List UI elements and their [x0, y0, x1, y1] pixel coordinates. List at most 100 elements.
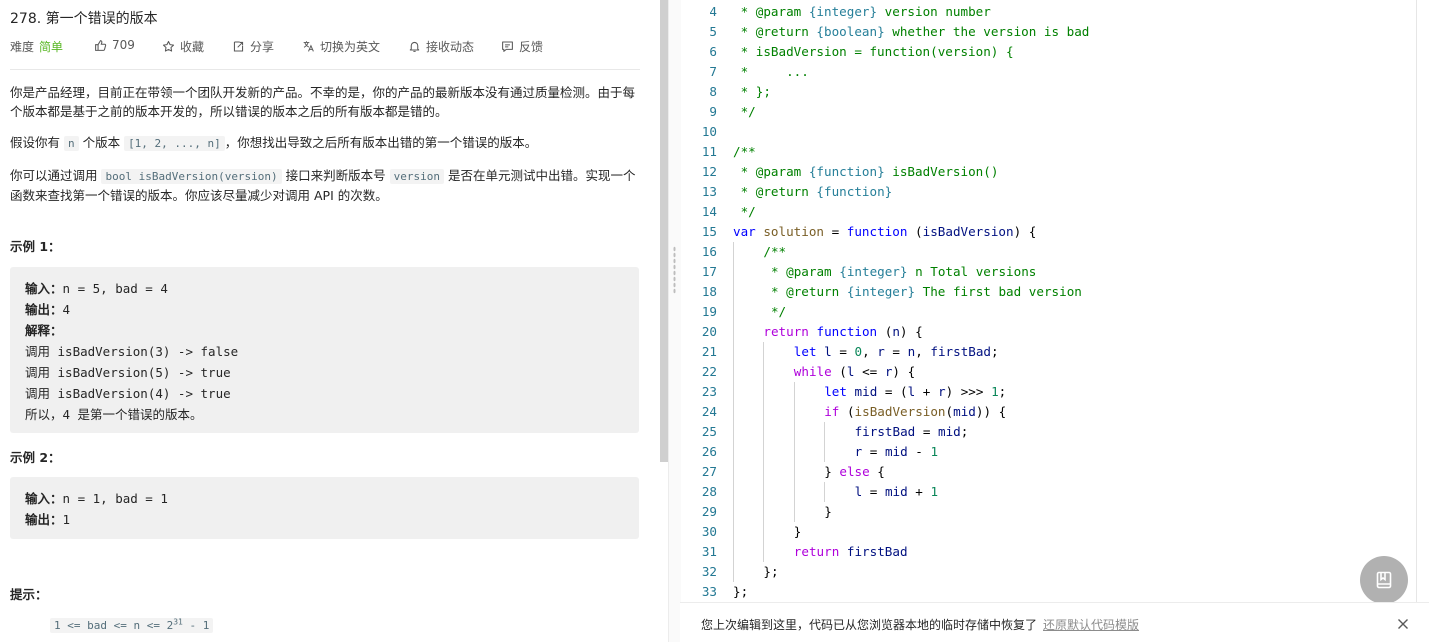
- indent-guide: [733, 482, 734, 502]
- input-label: 输入：: [25, 281, 63, 296]
- code-line[interactable]: 29}: [680, 502, 1416, 522]
- code-line[interactable]: 19 */: [680, 302, 1416, 322]
- code-text: return firstBad: [794, 542, 908, 562]
- code-line[interactable]: 27} else {: [680, 462, 1416, 482]
- line-number: 24: [701, 404, 717, 419]
- editor-scrollbar[interactable]: [1416, 0, 1417, 602]
- text-span: 接口来判断版本号: [281, 168, 390, 183]
- example-1-explain-line: 调用 isBadVersion(4) -> true: [25, 386, 231, 401]
- indent-guide: [733, 322, 734, 342]
- code-line[interactable]: 23 let mid = (l + r) >>> 1;: [680, 382, 1416, 402]
- code-token: function: [816, 324, 878, 339]
- code-line[interactable]: 33};: [680, 582, 1416, 602]
- code-text: let mid = (l + r) >>> 1;: [824, 382, 1006, 402]
- code-token: +: [907, 484, 931, 499]
- code-token: n: [892, 324, 900, 339]
- share-label: 分享: [250, 40, 275, 54]
- code-line[interactable]: 14 */: [680, 202, 1416, 222]
- notes-button[interactable]: [1360, 556, 1408, 604]
- example-2-input: 输入：n = 1, bad = 1: [25, 488, 168, 507]
- code-line[interactable]: 11 /**: [680, 142, 1416, 162]
- text-span: 你可以通过调用: [10, 168, 102, 183]
- code-text: * @return {boolean} whether the version …: [733, 22, 1090, 42]
- indent-guide: [733, 342, 734, 362]
- restore-default-link[interactable]: 还原默认代码模版: [1043, 616, 1139, 633]
- code-token: {integer}: [846, 284, 916, 299]
- indent-guide: [824, 422, 826, 442]
- code-line[interactable]: 24 if (isBadVersion(mid)) {: [680, 402, 1416, 422]
- code-line[interactable]: 30}: [680, 522, 1416, 542]
- code-line[interactable]: 17 * @param {integer} n Total versions: [680, 262, 1416, 282]
- share-button[interactable]: 分享: [232, 38, 274, 55]
- code-token: 1: [930, 444, 939, 459]
- code-token: ;: [991, 344, 999, 359]
- code-text: * @param {integer} version number: [733, 2, 991, 22]
- code-line[interactable]: 22 while (l <= r) {: [680, 362, 1416, 382]
- indent-guide: [793, 422, 795, 442]
- difficulty: 难度 简单: [10, 38, 63, 55]
- indent-guide: [824, 442, 826, 462]
- code-line[interactable]: 13 * @return {function}: [680, 182, 1416, 202]
- switch-language-label: 切换为英文: [320, 40, 381, 54]
- line-number: 33: [701, 584, 717, 599]
- code-token: };: [733, 584, 749, 599]
- follow-button[interactable]: 接收动态: [408, 38, 474, 55]
- switch-language-button[interactable]: 切换为英文: [302, 38, 380, 55]
- text-span: 个版本: [78, 135, 125, 150]
- line-number: 4: [709, 4, 717, 19]
- code-line[interactable]: 15 var solution = function (isBadVersion)…: [680, 222, 1416, 242]
- code-line[interactable]: 10: [680, 122, 1416, 142]
- code-line[interactable]: 28 l = mid + 1: [680, 482, 1416, 502]
- code-line[interactable]: 32};: [680, 562, 1416, 582]
- code-token: {function}: [816, 184, 893, 199]
- code-line[interactable]: 31 return firstBad: [680, 542, 1416, 562]
- close-icon[interactable]: [1397, 618, 1409, 630]
- code-line[interactable]: 12 * @param {function} isBadVersion(): [680, 162, 1416, 182]
- code-line[interactable]: 21 let l = 0, r = n, firstBad;: [680, 342, 1416, 362]
- code-line[interactable]: 7 * ...: [680, 62, 1416, 82]
- code-line[interactable]: 26 r = mid - 1: [680, 442, 1416, 462]
- code-token: let: [824, 384, 847, 399]
- code-line[interactable]: 5 * @return {boolean} whether the versio…: [680, 22, 1416, 42]
- indent-guide: [793, 382, 795, 402]
- example-2-box: 输入：n = 1, bad = 1 输出：1: [10, 477, 639, 539]
- indent-guide: [733, 462, 734, 482]
- feedback-button[interactable]: 反馈: [501, 38, 543, 55]
- code-token: {: [869, 464, 885, 479]
- indent-guide: [763, 382, 765, 402]
- indent-guide: [733, 302, 734, 322]
- line-number: 31: [701, 544, 717, 559]
- code-text: firstBad = mid;: [855, 422, 969, 442]
- code-line[interactable]: 4 * @param {integer} version number: [680, 2, 1416, 22]
- code-line[interactable]: 18 * @return {integer} The first bad ver…: [680, 282, 1416, 302]
- code-token: ;: [998, 384, 1007, 399]
- code-token: =: [915, 424, 939, 439]
- example-1-explain-label: 解释：: [25, 323, 63, 338]
- code-line[interactable]: 16 /**: [680, 242, 1416, 262]
- code-line[interactable]: 20 return function (n) {: [680, 322, 1416, 342]
- translate-icon: [303, 41, 314, 52]
- left-scrollbar[interactable]: [660, 0, 668, 462]
- code-token: The first bad version: [915, 284, 1082, 299]
- splitter-handle-icon[interactable]: [673, 246, 676, 294]
- like-button[interactable]: 709: [94, 38, 135, 52]
- code-line[interactable]: 9 */: [680, 102, 1416, 122]
- code-text: * @return {function}: [733, 182, 893, 202]
- code-token: isBadVersion: [854, 404, 946, 419]
- code-text: let l = 0, r = n, firstBad;: [794, 342, 999, 362]
- indent-guide: [763, 502, 765, 522]
- code-token: isBadVersion: [922, 224, 1014, 239]
- indent-guide: [733, 262, 734, 282]
- code-line[interactable]: 25 firstBad = mid;: [680, 422, 1416, 442]
- example-1-output: 输出：4: [25, 299, 70, 318]
- difficulty-label: 难度: [10, 40, 35, 54]
- code-editor[interactable]: 4 * @param {integer} version number 5 * @…: [680, 0, 1416, 602]
- code-text: * @param {function} isBadVersion(): [733, 162, 999, 182]
- code-token: while: [793, 364, 832, 379]
- favorite-button[interactable]: 收藏: [162, 38, 204, 55]
- code-token: 1: [930, 484, 939, 499]
- code-line[interactable]: 8 * };: [680, 82, 1416, 102]
- example-1-box: 输入：n = 5, bad = 4 输出：4 解释： 调用 isBadVersi…: [10, 267, 639, 433]
- code-text: if (isBadVersion(mid)) {: [824, 402, 1006, 422]
- code-line[interactable]: 6 * isBadVersion = function(version) {: [680, 42, 1416, 62]
